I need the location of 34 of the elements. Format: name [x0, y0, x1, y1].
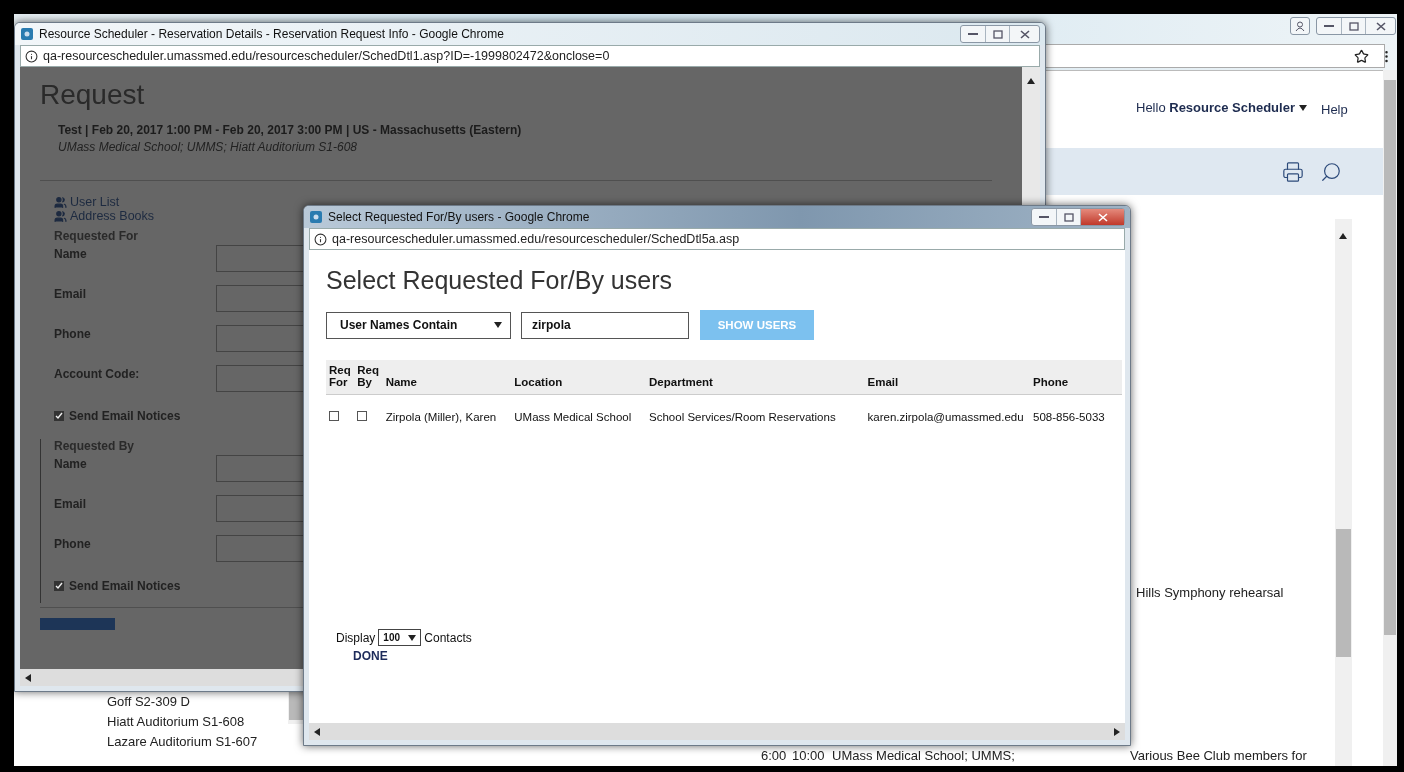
field-label: Name: [54, 247, 88, 261]
window-title: Resource Scheduler - Reservation Details - Reservation Request Info - Google Chrome: [39, 27, 505, 41]
page-heading: Request: [40, 79, 146, 111]
event-title: Hills Symphony rehearsal: [1136, 585, 1284, 600]
window-title: Select Requested For/By users - Google Chrome: [328, 210, 591, 224]
field-label: Phone: [54, 537, 92, 551]
event-description: Various Bee Club members for: [1130, 748, 1307, 763]
table-cell: karen.zirpola@umassmed.edu: [864, 394, 1031, 439]
column-header: Req By: [354, 360, 383, 395]
start-time: 6:00: [761, 748, 787, 763]
column-header: Location: [511, 360, 647, 395]
event-location: UMass Medical School; UMMS;: [832, 748, 1015, 763]
column-header: Email: [864, 360, 1031, 395]
column-header: Req For: [326, 360, 355, 395]
reservation-summary: Test | Feb 20, 2017 1:00 PM - Feb 20, 2017 3:00 PM | US - Massachusetts (Eastern): [58, 123, 523, 137]
section-title: Requested By: [54, 439, 135, 453]
column-header: Phone: [1030, 360, 1122, 395]
column-header: Department: [646, 360, 865, 395]
table-cell: UMass Medical School: [511, 394, 647, 439]
field-label: Name: [54, 457, 88, 471]
table-cell: School Services/Room Reservations: [646, 394, 865, 439]
table-cell: 508-856-5033: [1030, 394, 1122, 439]
field-label: Email: [54, 287, 87, 301]
field-label: Account Code:: [54, 367, 141, 381]
contacts-label: Contacts: [424, 630, 472, 645]
field-label: Email: [54, 497, 87, 511]
display-label: Display: [336, 630, 376, 645]
field-label: Phone: [54, 327, 92, 341]
section-title: Requested For: [54, 229, 138, 243]
column-header: Name: [382, 360, 512, 395]
reservation-location: UMass Medical School; UMMS; Hiatt Auditorium S1-608: [58, 140, 358, 154]
dialog-heading: Select Requested For/By users: [326, 266, 673, 295]
end-time: 10:00: [792, 748, 825, 763]
table-cell: Zirpola (Miller), Karen: [382, 394, 512, 439]
